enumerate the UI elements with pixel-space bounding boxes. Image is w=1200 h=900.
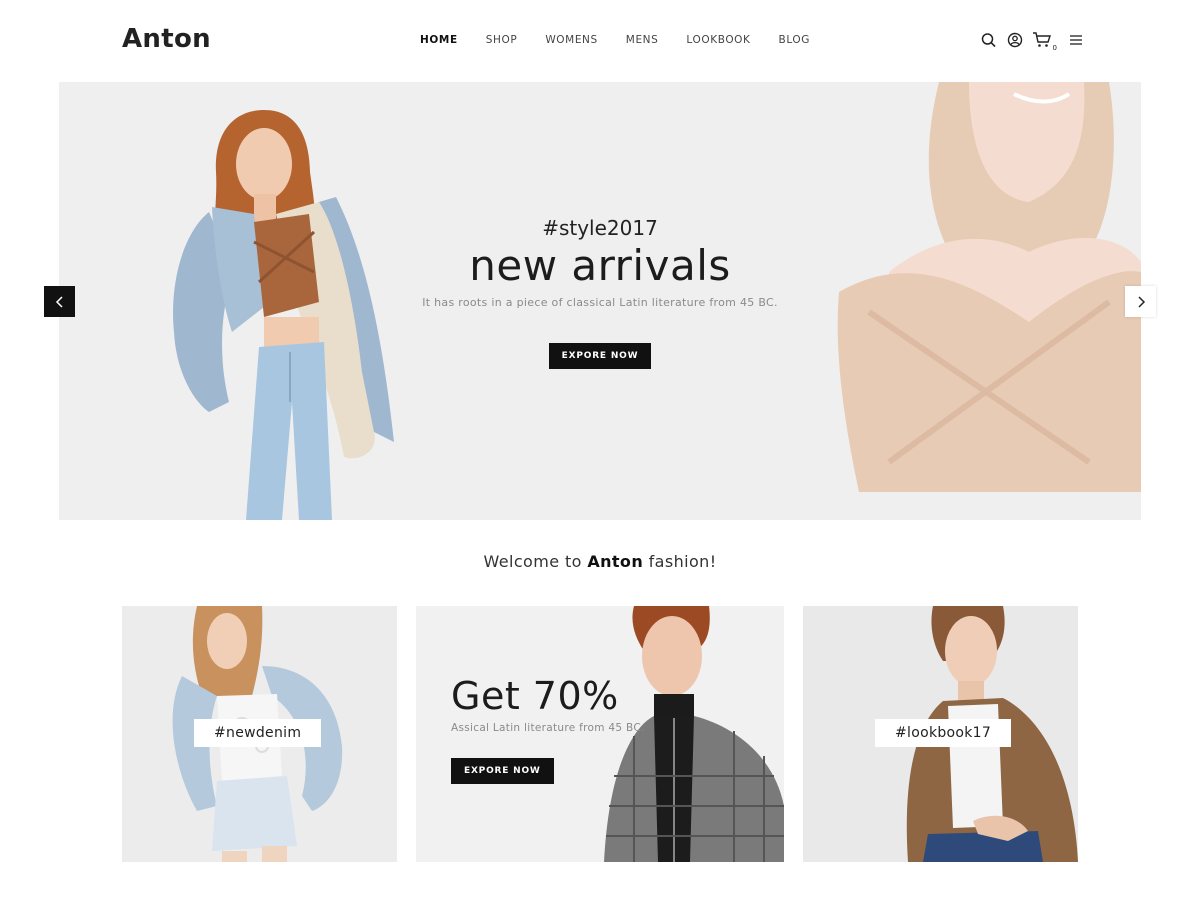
cart-count-badge: 0 [1052, 44, 1057, 52]
site-header: Anton HOME SHOP WOMENS MENS LOOKBOOK BLO… [0, 0, 1200, 82]
header-actions: 0 [980, 31, 1094, 52]
nav-item-lookbook[interactable]: LOOKBOOK [686, 34, 750, 46]
slider-next-button[interactable] [1125, 286, 1156, 317]
sale-explore-button[interactable]: EXPORE NOW [451, 758, 554, 784]
welcome-suffix: fashion! [648, 552, 717, 571]
chevron-right-icon [1137, 295, 1145, 308]
hero-subtitle: It has roots in a piece of classical Lat… [422, 296, 778, 309]
nav-item-womens[interactable]: WOMENS [545, 34, 597, 46]
lookbook-label[interactable]: #lookbook17 [875, 719, 1012, 747]
promo-card-denim[interactable]: #newdenim [122, 606, 397, 862]
promo-card-sale[interactable]: Get 70% Assical Latin literature from 45… [416, 606, 784, 862]
search-icon[interactable] [980, 31, 998, 49]
nav-item-mens[interactable]: MENS [626, 34, 659, 46]
hero-explore-button[interactable]: EXPORE NOW [548, 343, 652, 369]
hero-content: #style2017 new arrivals It has roots in … [59, 216, 1141, 369]
hero-title: new arrivals [469, 241, 731, 290]
sale-subtitle: Assical Latin literature from 45 BC. [451, 722, 645, 734]
sale-title: Get 70% [451, 674, 619, 718]
user-icon[interactable] [1006, 31, 1024, 49]
welcome-brand: Anton [587, 552, 644, 571]
main-nav: HOME SHOP WOMENS MENS LOOKBOOK BLOG [420, 34, 838, 46]
nav-item-blog[interactable]: BLOG [779, 34, 810, 46]
hamburger-icon[interactable] [1068, 31, 1086, 49]
slider-prev-button[interactable] [44, 286, 75, 317]
hero-slider: #style2017 new arrivals It has roots in … [59, 82, 1141, 520]
newdenim-label[interactable]: #newdenim [194, 719, 322, 747]
chevron-left-icon [55, 295, 63, 308]
welcome-prefix: Welcome to [483, 552, 582, 571]
sale-model-image [604, 606, 784, 862]
brand-logo[interactable]: Anton [122, 24, 211, 54]
cart-icon[interactable]: 0 [1032, 31, 1057, 52]
hero-tag: #style2017 [542, 216, 658, 240]
welcome-heading: Welcome to Anton fashion! [0, 552, 1200, 571]
promo-card-lookbook[interactable]: #lookbook17 [803, 606, 1078, 862]
nav-item-home[interactable]: HOME [420, 34, 458, 46]
nav-item-shop[interactable]: SHOP [486, 34, 518, 46]
